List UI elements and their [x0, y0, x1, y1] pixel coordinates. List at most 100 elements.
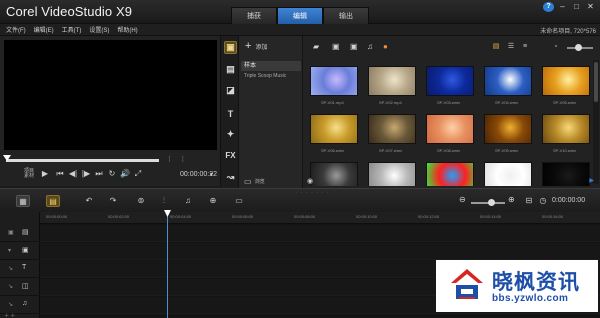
media-icon[interactable]: ▣: [224, 41, 237, 54]
timeline-view-icon[interactable]: ▤: [46, 195, 60, 207]
library-thumbnail[interactable]: SP-V08.wmv: [426, 114, 474, 162]
library-options-icon[interactable]: ◉: [307, 177, 313, 185]
thumbnail-size-knob[interactable]: [575, 44, 582, 51]
timeline-timecode[interactable]: 0:00:00:00: [552, 197, 585, 204]
options-arrow-icon[interactable]: ▶: [589, 177, 594, 184]
chevron-down-icon[interactable]: ▾: [210, 171, 213, 178]
project-info: 未命名项目, 720*576: [540, 29, 596, 35]
folder-item-triple-scoop[interactable]: Triple Scoop Music: [244, 73, 286, 79]
track-head-overlay[interactable]: ▾ ▣: [0, 243, 40, 260]
fit-project-icon[interactable]: ⊟: [522, 195, 536, 207]
list-view-icon[interactable]: ☰: [506, 43, 516, 51]
library-thumbnail[interactable]: SP-V05.wmv: [542, 66, 590, 114]
library-scroll-thumb[interactable]: [594, 62, 598, 102]
browse-button[interactable]: ▭ 浏览: [244, 177, 265, 186]
thumbnail-image: [542, 66, 590, 96]
enlarge-icon[interactable]: ⤢: [133, 169, 143, 179]
transition-icon[interactable]: ◪: [224, 84, 237, 97]
track-head-video[interactable]: ▣ ▤: [0, 225, 40, 242]
show-video-icon[interactable]: ▣: [332, 42, 340, 52]
track-row-overlay[interactable]: [40, 243, 600, 260]
volume-icon[interactable]: 🔊: [120, 169, 130, 179]
graphic-icon[interactable]: ✦: [224, 128, 237, 141]
scrubber-handle[interactable]: [3, 155, 11, 161]
tab-capture[interactable]: 捕获: [231, 7, 277, 24]
duration-clock-icon[interactable]: ◷: [536, 195, 550, 207]
track-head-voice[interactable]: ↘ ◫: [0, 279, 40, 296]
library-panel: ▰ ▣ ▣ ♫ ● ▤ ☰ ≡ ▫ SP-V01.mp4 SP-V02.mp4 SP…: [303, 36, 600, 188]
title-icon[interactable]: T: [224, 107, 237, 120]
show-effects-icon[interactable]: ●: [383, 42, 388, 52]
tab-share[interactable]: 输出: [323, 7, 369, 24]
menu-tools[interactable]: 工具(T): [62, 25, 82, 34]
track-visibility-icon[interactable]: ↘: [8, 301, 13, 308]
folder-item-samples[interactable]: 样本: [241, 61, 301, 71]
thumbnail-grid: SP-V01.mp4 SP-V02.mp4 SP-V03.wmv SP-V04.wmv…: [310, 66, 600, 186]
menu-settings[interactable]: 设置(S): [89, 25, 109, 34]
library-thumbnail[interactable]: SP-V03.wmv: [426, 66, 474, 114]
trim-markers[interactable]: ⁝ ⁝: [168, 154, 188, 165]
library-thumbnail[interactable]: SP-V07.wmv: [368, 114, 416, 162]
library-thumbnail[interactable]: SP-V04.wmv: [484, 66, 532, 114]
menu-help[interactable]: 帮助(H): [117, 25, 137, 34]
track-visibility-icon[interactable]: ↘: [8, 283, 13, 290]
track-visibility-icon[interactable]: ▾: [8, 247, 11, 254]
track-head-title[interactable]: ↘ T: [0, 261, 40, 278]
sound-mixer-icon[interactable]: ⫶: [157, 195, 171, 207]
thumbnail-view-icon[interactable]: ▤: [491, 43, 501, 51]
menu-file[interactable]: 文件(F): [6, 25, 26, 34]
storyboard-view-icon[interactable]: ▦: [16, 195, 30, 207]
library-thumbnail[interactable]: SP-V02.mp4: [368, 66, 416, 114]
video-track-icon: ▤: [22, 229, 29, 236]
library-thumbnail[interactable]: SP-V01.mp4: [310, 66, 358, 114]
timeline-zoom-knob[interactable]: [488, 199, 495, 206]
thumbnail-label: SP-V06.wmv: [321, 148, 345, 153]
end-icon[interactable]: ⏭: [94, 169, 104, 179]
library-thumbnail[interactable]: SP-V10.wmv: [542, 114, 590, 162]
sort-icon[interactable]: ≡: [520, 43, 530, 51]
playhead[interactable]: [167, 212, 168, 318]
zoom-out-icon[interactable]: ⊖: [459, 195, 466, 204]
ruler-label: 00:00:14:00: [480, 214, 502, 219]
tab-edit[interactable]: 编辑: [277, 7, 323, 24]
undo-icon[interactable]: ↶: [82, 195, 96, 207]
auto-music-icon[interactable]: ♫: [181, 195, 195, 207]
watermark-title: 晓枫资讯: [492, 271, 580, 294]
add-folder-button[interactable]: + 添加: [245, 41, 267, 52]
zoom-in-icon[interactable]: ⊕: [508, 195, 515, 204]
import-folder-icon[interactable]: ▰: [313, 42, 319, 52]
next-frame-icon[interactable]: |▶: [81, 169, 91, 179]
maximize-icon[interactable]: □: [571, 2, 582, 12]
ruler-label: 00:00:12:00: [418, 214, 440, 219]
path-icon[interactable]: ↝: [224, 171, 237, 184]
help-icon[interactable]: ?: [543, 2, 554, 12]
zoom-small-icon[interactable]: ▫: [551, 43, 561, 51]
play-icon[interactable]: ▶: [40, 169, 50, 179]
timeline-ruler[interactable]: 00:00:00:00 00:00:02:00 00:00:04:00 00:0…: [40, 212, 600, 224]
splitter-grip[interactable]: · · · · · · ·: [296, 190, 329, 196]
filter-icon[interactable]: FX: [224, 149, 237, 162]
mode-toggle[interactable]: 项目 素材: [24, 169, 34, 179]
record-capture-icon[interactable]: ⊚: [134, 195, 148, 207]
scrubber-track[interactable]: [6, 159, 159, 162]
library-scrollbar[interactable]: [593, 60, 599, 184]
show-audio-icon[interactable]: ♫: [367, 42, 373, 52]
track-visibility-icon[interactable]: ▣: [8, 229, 14, 236]
subtitle-editor-icon[interactable]: ▭: [232, 195, 246, 207]
show-photo-icon[interactable]: ▣: [350, 42, 358, 52]
motion-tracking-icon[interactable]: ⊕: [206, 195, 220, 207]
redo-icon[interactable]: ↷: [106, 195, 120, 207]
track-row-video[interactable]: [40, 225, 600, 242]
thumbnail-label: SP-V05.wmv: [553, 100, 577, 105]
track-visibility-icon[interactable]: ↘: [8, 265, 13, 272]
home-icon[interactable]: ⏮: [55, 169, 65, 179]
minimize-icon[interactable]: –: [557, 2, 568, 12]
library-thumbnail[interactable]: SP-V06.wmv: [310, 114, 358, 162]
instant-project-icon[interactable]: ▤: [224, 63, 237, 76]
prev-frame-icon[interactable]: ◀|: [68, 169, 78, 179]
library-thumbnail[interactable]: SP-V09.wmv: [484, 114, 532, 162]
menu-edit[interactable]: 编辑(E): [34, 25, 54, 34]
thumbnail-image: [542, 114, 590, 144]
close-icon[interactable]: ✕: [585, 2, 596, 12]
repeat-icon[interactable]: ↻: [107, 169, 117, 179]
